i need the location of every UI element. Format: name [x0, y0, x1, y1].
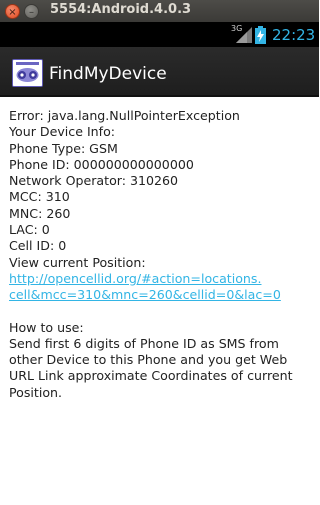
- mnc-value: MNC: 260: [9, 205, 71, 221]
- how-to-text: Send first 6 digits of Phone ID as SMS f…: [9, 335, 293, 400]
- position-link[interactable]: http://opencellid.org/#action=locations.…: [9, 271, 314, 304]
- app-title: FindMyDevice: [49, 64, 167, 84]
- close-window-button[interactable]: ×: [5, 4, 20, 19]
- position-link-line-2[interactable]: cell&mcc=310&mnc=260&cellid=0&lac=0: [9, 287, 314, 303]
- close-icon: ×: [8, 7, 17, 18]
- phone-id-value: Phone ID: 000000000000000: [9, 156, 194, 172]
- device-info-panel: Error: java.lang.NullPointerException Yo…: [9, 108, 314, 401]
- status-clock: 22:23: [272, 26, 316, 44]
- minimize-icon: –: [29, 7, 34, 18]
- device-info-heading: Your Device Info:: [9, 124, 116, 140]
- position-link-line-1[interactable]: http://opencellid.org/#action=locations.: [9, 271, 314, 287]
- minimize-window-button[interactable]: –: [24, 4, 39, 19]
- error-message: Error: java.lang.NullPointerException: [9, 108, 240, 123]
- view-position-label: View current Position:: [9, 254, 146, 270]
- cell-id-value: Cell ID: 0: [9, 238, 67, 254]
- phone-type-value: Phone Type: GSM: [9, 140, 118, 156]
- window-titlebar: × – 5554:Android.4.0.3: [0, 0, 319, 22]
- network-operator-value: Network Operator: 310260: [9, 173, 179, 189]
- signal-strength-icon: [236, 27, 252, 43]
- how-to-heading: How to use:: [9, 319, 84, 335]
- mcc-value: MCC: 310: [9, 189, 70, 205]
- app-logo-icon[interactable]: [12, 59, 43, 87]
- window-title: 5554:Android.4.0.3: [50, 2, 192, 17]
- battery-icon: [255, 26, 266, 44]
- lac-value: LAC: 0: [9, 222, 50, 238]
